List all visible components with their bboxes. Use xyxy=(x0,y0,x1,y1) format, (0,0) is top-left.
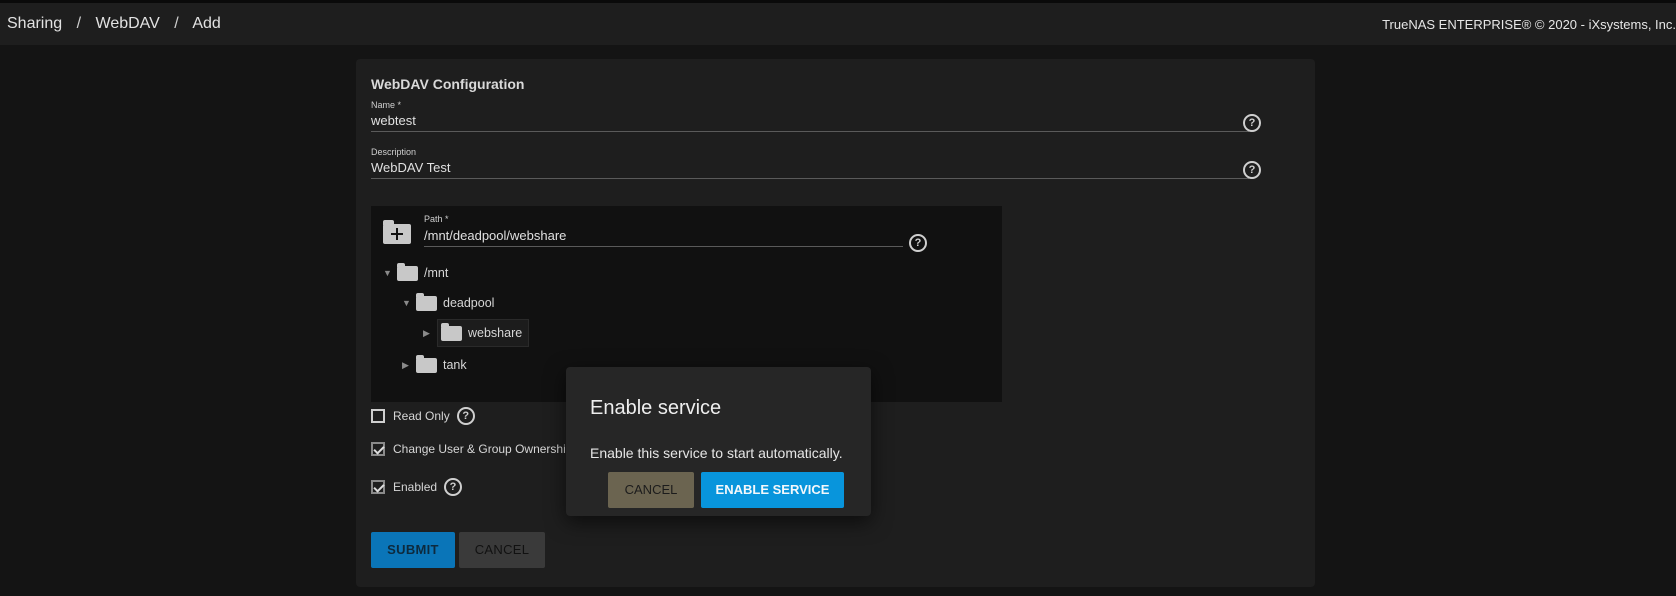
tree-node-label: webshare xyxy=(468,326,523,340)
read-only-row[interactable]: Read Only ? xyxy=(371,407,475,425)
help-circle-icon[interactable]: ? xyxy=(1243,114,1261,132)
triangle-icon[interactable]: ▶ xyxy=(423,328,437,339)
tree-node-tank[interactable]: ▶ tank xyxy=(402,352,467,378)
change-ownership-label: Change User & Group Ownership xyxy=(393,442,573,456)
breadcrumb-webdav[interactable]: WebDAV xyxy=(96,15,160,32)
triangle-icon[interactable]: ▶ xyxy=(402,360,416,371)
folder-plus-icon[interactable] xyxy=(383,220,411,244)
description-input[interactable]: WebDAV Test xyxy=(371,160,450,175)
enabled-label: Enabled xyxy=(393,480,438,494)
dialog-cancel-button[interactable]: CANCEL xyxy=(608,472,694,508)
change-ownership-row[interactable]: Change User & Group Ownership xyxy=(371,442,572,456)
tree-node-deadpool[interactable]: ▼ deadpool xyxy=(402,290,494,316)
enable-service-dialog: Enable service Enable this service to st… xyxy=(566,367,871,516)
path-underline xyxy=(424,246,903,247)
breadcrumb-sharing[interactable]: Sharing xyxy=(7,15,62,32)
cancel-button[interactable]: CANCEL xyxy=(459,532,545,568)
tree-node-label: deadpool xyxy=(443,296,495,310)
help-circle-icon[interactable]: ? xyxy=(456,407,475,425)
name-label: Name * xyxy=(371,100,402,110)
tree-node-mnt[interactable]: ▼ /mnt xyxy=(383,260,448,286)
folder-icon xyxy=(441,322,462,341)
submit-button[interactable]: SUBMIT xyxy=(371,532,455,568)
change-ownership-checkbox[interactable] xyxy=(371,442,385,456)
folder-icon xyxy=(416,292,437,311)
triangle-icon[interactable]: ▼ xyxy=(383,268,397,278)
tree-node-label: /mnt xyxy=(424,266,449,280)
read-only-checkbox[interactable] xyxy=(371,409,385,423)
folder-icon xyxy=(397,262,418,281)
breadcrumb: Sharing / WebDAV / Add xyxy=(7,15,221,33)
help-circle-icon[interactable]: ? xyxy=(1243,161,1261,179)
description-label: Description xyxy=(371,147,417,157)
description-underline xyxy=(371,178,1249,179)
name-underline xyxy=(371,131,1249,132)
copyright-text: TrueNAS ENTERPRISE® © 2020 - iXsystems, … xyxy=(1382,17,1676,32)
dialog-message: Enable this service to start automatical… xyxy=(590,445,843,461)
help-circle-icon[interactable]: ? xyxy=(909,234,927,252)
card-title: WebDAV Configuration xyxy=(371,76,525,92)
tree-node-label: tank xyxy=(443,358,467,372)
dialog-title: Enable service xyxy=(590,397,722,419)
breadcrumb-separator: / xyxy=(174,15,179,32)
triangle-icon[interactable]: ▼ xyxy=(402,298,416,308)
path-input[interactable]: /mnt/deadpool/webshare xyxy=(424,228,566,243)
enabled-checkbox[interactable] xyxy=(371,480,385,494)
read-only-label: Read Only xyxy=(393,409,450,423)
breadcrumb-add: Add xyxy=(192,15,221,32)
selected-node[interactable]: webshare xyxy=(437,319,530,347)
help-circle-icon[interactable]: ? xyxy=(444,478,463,496)
tree-node-webshare[interactable]: ▶ webshare xyxy=(423,319,530,347)
enabled-row[interactable]: Enabled ? xyxy=(371,478,463,496)
name-input[interactable]: webtest xyxy=(371,113,416,128)
breadcrumb-separator: / xyxy=(76,15,82,32)
folder-icon xyxy=(416,354,437,373)
path-label: Path * xyxy=(424,214,449,224)
enable-service-button[interactable]: ENABLE SERVICE xyxy=(701,472,844,508)
top-bar: Sharing / WebDAV / Add TrueNAS ENTERPRIS… xyxy=(0,0,1676,45)
